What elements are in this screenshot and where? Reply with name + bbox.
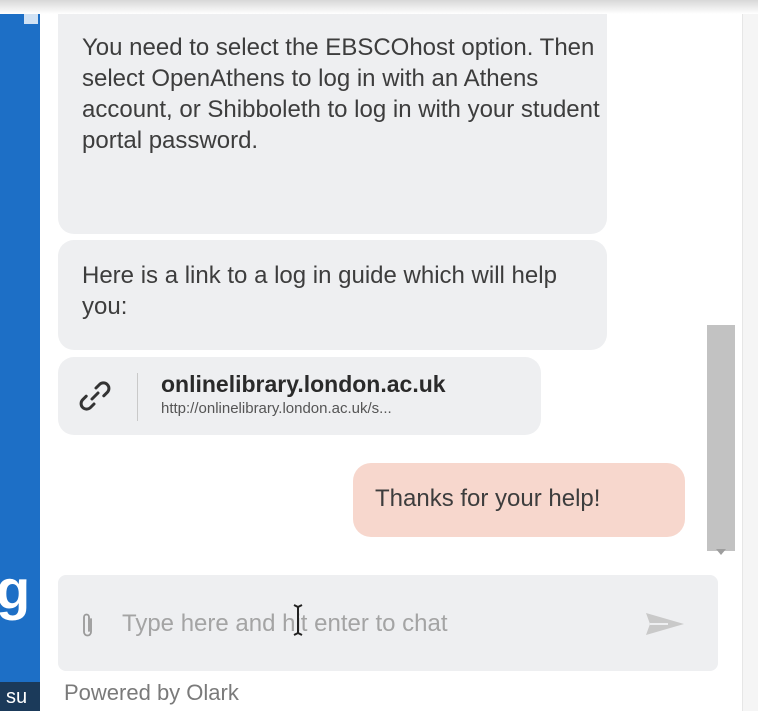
chat-composer [58, 575, 718, 671]
visitor-message: Thanks for your help! [353, 463, 685, 537]
link-preview-card[interactable]: onlinelibrary.london.ac.uk http://online… [58, 357, 541, 435]
chat-window: You need to select the EBSCOhost option.… [40, 14, 743, 711]
window-edge [742, 14, 758, 711]
screen: g su You need to select the EBSCOhost op… [0, 0, 758, 711]
scrollbar-thumb[interactable] [707, 325, 735, 551]
background-fragment-shape [24, 14, 38, 24]
link-title[interactable]: onlinelibrary.london.ac.uk [161, 371, 446, 398]
chat-input[interactable] [106, 599, 642, 649]
background-fragment-letter: g [0, 558, 31, 621]
message-list: You need to select the EBSCOhost option.… [40, 14, 705, 569]
background-fragment-text: su [6, 686, 28, 708]
scroll-down-arrow-icon[interactable] [716, 549, 726, 555]
paperclip-icon[interactable] [80, 611, 96, 639]
top-shadow [0, 0, 758, 14]
link-icon [79, 381, 111, 411]
link-card-divider [137, 373, 138, 421]
agent-message: Here is a link to a log in guide which w… [58, 240, 607, 350]
send-icon[interactable] [644, 611, 686, 637]
powered-by-link[interactable]: Powered by Olark [64, 680, 239, 706]
background-page-strip: g su [0, 14, 40, 711]
agent-message: You need to select the EBSCOhost option.… [58, 14, 607, 234]
link-url[interactable]: http://onlinelibrary.london.ac.uk/s... [161, 400, 392, 417]
